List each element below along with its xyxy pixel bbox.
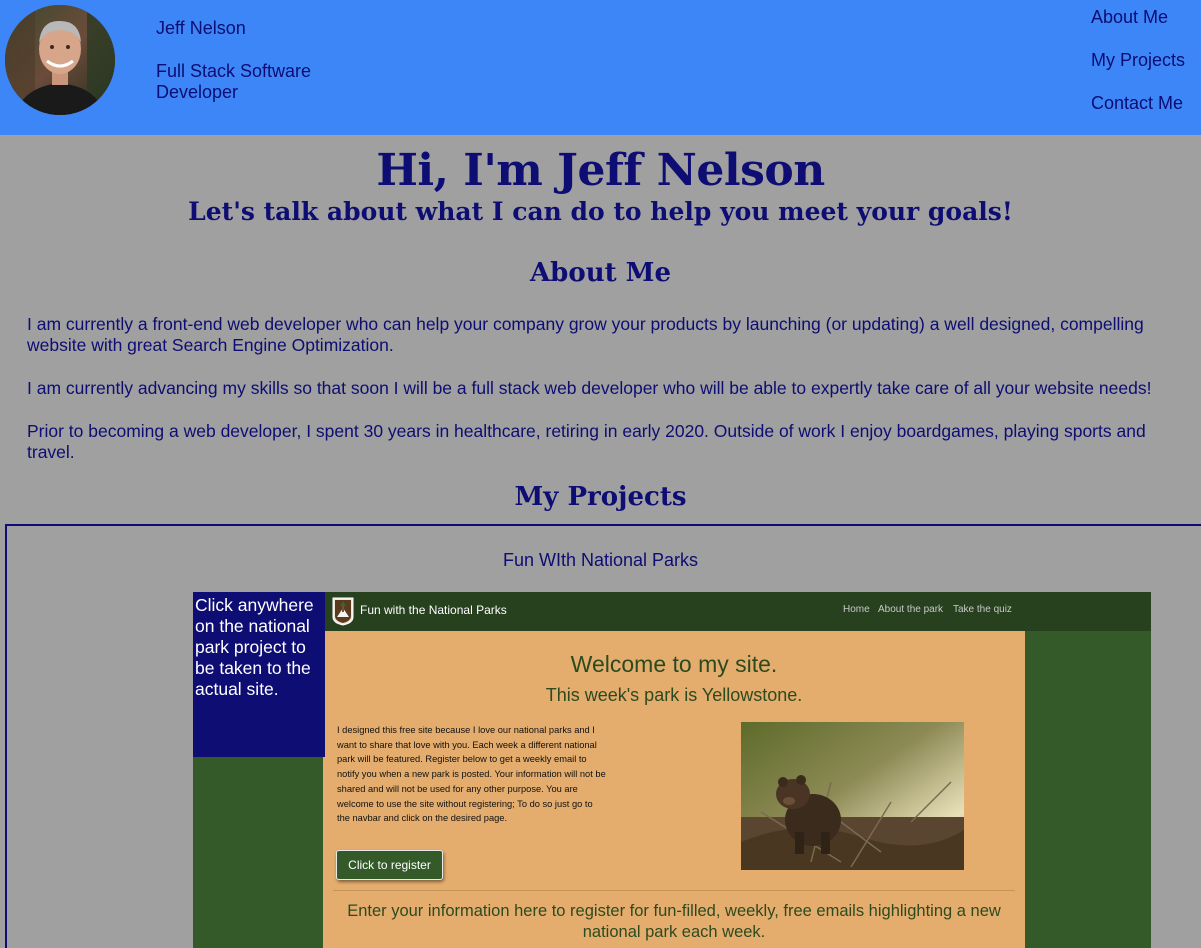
preview-brand: Fun with the National Parks (360, 603, 507, 617)
project-title: Fun WIth National Parks (502, 550, 699, 570)
about-heading: About Me (530, 258, 671, 288)
click-instruction: Click anywhere on the national park proj… (193, 592, 325, 757)
nav-about-me[interactable]: About Me (1091, 7, 1168, 28)
project-preview-link[interactable]: Fun with the National Parks Home About t… (193, 592, 1151, 948)
preview-content-panel: Welcome to my site. This week's park is … (323, 631, 1025, 948)
preview-nav-home: Home (843, 604, 870, 615)
preview-nav-about-park: About the park (878, 604, 944, 615)
nps-logo-icon (332, 597, 354, 626)
hero-title: Hi, I'm Jeff Nelson (376, 145, 825, 196)
projects-heading: My Projects (514, 482, 687, 512)
brand-name: Jeff Nelson (156, 18, 246, 38)
preview-register-text: Enter your information here to register … (347, 902, 1001, 941)
brand-title: Full Stack Software Developer (156, 61, 312, 102)
about-paragraph-3: Prior to becoming a web developer, I spe… (27, 421, 1146, 462)
preview-welcome: Welcome to my site. (570, 651, 778, 677)
preview-nav-quiz: Take the quiz (953, 604, 1012, 615)
bear-cub-photo (741, 722, 964, 870)
about-paragraph-2: I am currently advancing my skills so th… (27, 378, 1152, 398)
preview-intro: I designed this free site because I love… (337, 725, 606, 824)
preview-week: This week's park is Yellowstone. (545, 685, 803, 705)
nav-contact-me[interactable]: Contact Me (1091, 93, 1183, 114)
nav-my-projects[interactable]: My Projects (1091, 50, 1185, 71)
preview-navbar: Fun with the National Parks Home About t… (325, 592, 1151, 631)
avatar (5, 5, 115, 115)
hero-subtitle: Let's talk about what I can do to help y… (188, 197, 1013, 226)
about-paragraph-1: I am currently a front-end web developer… (27, 314, 1144, 355)
preview-divider (333, 890, 1015, 891)
preview-register-button: Click to register (336, 850, 443, 880)
site-header: Jeff Nelson Full Stack Software Develope… (0, 0, 1201, 135)
